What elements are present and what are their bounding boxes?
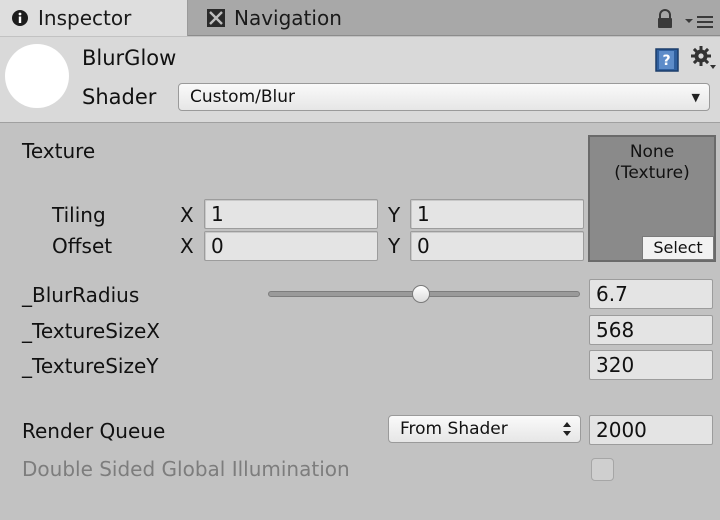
shader-dropdown[interactable]: Custom/Blur ▼ bbox=[178, 83, 710, 111]
lock-icon[interactable] bbox=[656, 9, 674, 34]
texture-label: Texture bbox=[22, 139, 96, 163]
texture-size-y-label: _TextureSizeY bbox=[22, 354, 159, 378]
texture-slot-text: None (Texture) bbox=[614, 142, 690, 183]
render-queue-input[interactable]: 2000 bbox=[589, 415, 713, 445]
material-preview bbox=[5, 44, 69, 108]
tiling-y-label: Y bbox=[388, 203, 401, 227]
svg-text:?: ? bbox=[662, 53, 670, 69]
shader-value: Custom/Blur bbox=[190, 87, 296, 107]
dsgi-checkbox[interactable] bbox=[591, 458, 614, 481]
blur-radius-slider-thumb[interactable] bbox=[412, 285, 431, 303]
offset-x-input[interactable]: 0 bbox=[204, 231, 378, 261]
texture-size-x-label: _TextureSizeX bbox=[22, 319, 160, 343]
tiling-x-label: X bbox=[180, 203, 194, 227]
tab-inspector[interactable]: Inspector bbox=[0, 0, 188, 36]
tab-bar: Inspector Navigation bbox=[0, 0, 720, 36]
texture-select-button[interactable]: Select bbox=[642, 236, 714, 260]
offset-label: Offset bbox=[52, 234, 113, 258]
updown-arrow-icon bbox=[562, 416, 572, 452]
render-queue-dropdown-value: From Shader bbox=[400, 419, 508, 439]
tab-inspector-label: Inspector bbox=[38, 6, 132, 30]
tab-menu-icon[interactable] bbox=[684, 12, 714, 34]
material-name: BlurGlow bbox=[82, 46, 177, 70]
tab-navigation-label: Navigation bbox=[234, 6, 342, 30]
navigation-icon bbox=[206, 8, 226, 28]
shader-label: Shader bbox=[82, 85, 157, 109]
gear-icon[interactable] bbox=[690, 45, 718, 78]
blur-radius-label: _BlurRadius bbox=[22, 283, 140, 307]
texture-size-x-input[interactable]: 568 bbox=[589, 315, 713, 345]
info-icon bbox=[10, 8, 30, 28]
offset-x-label: X bbox=[180, 234, 194, 258]
render-queue-dropdown[interactable]: From Shader bbox=[388, 415, 581, 443]
help-book-icon[interactable]: ? bbox=[654, 47, 680, 78]
dsgi-label: Double Sided Global Illumination bbox=[22, 457, 350, 481]
texture-slot[interactable]: None (Texture) Select bbox=[588, 135, 716, 262]
tab-navigation[interactable]: Navigation bbox=[196, 0, 386, 36]
blur-radius-input[interactable]: 6.7 bbox=[589, 279, 713, 309]
offset-y-label: Y bbox=[388, 234, 401, 258]
tiling-label: Tiling bbox=[52, 203, 106, 227]
material-header: BlurGlow ? Shader Custom/Blur ▼ bbox=[0, 37, 720, 123]
offset-y-input[interactable]: 0 bbox=[410, 231, 584, 261]
dropdown-arrow-icon: ▼ bbox=[691, 91, 700, 104]
render-queue-label: Render Queue bbox=[22, 419, 166, 443]
tiling-x-input[interactable]: 1 bbox=[204, 199, 378, 229]
tiling-y-input[interactable]: 1 bbox=[410, 199, 584, 229]
texture-size-y-input[interactable]: 320 bbox=[589, 350, 713, 380]
